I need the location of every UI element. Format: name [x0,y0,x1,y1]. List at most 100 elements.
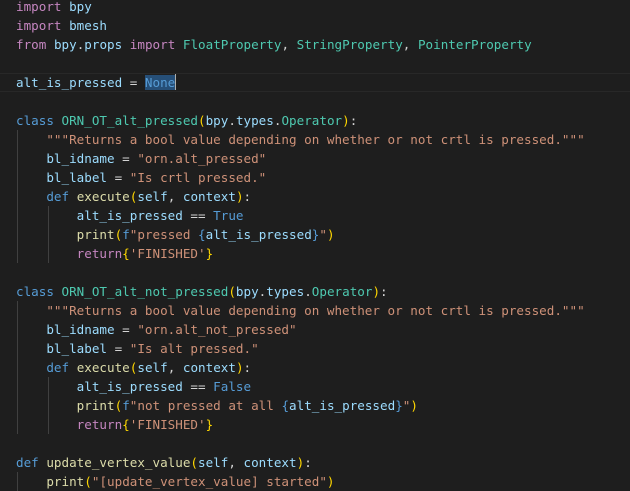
code-line[interactable] [0,263,630,282]
code-token: : [380,284,388,299]
indent-guide [17,225,18,244]
code-token: bpy [205,113,229,128]
code-line[interactable]: import bmesh [0,16,630,35]
code-line[interactable]: def execute(self, context): [0,358,630,377]
code-token: import [129,37,176,52]
code-token: types [266,284,305,299]
text-cursor [175,74,177,90]
code-token: { [281,398,290,413]
code-line[interactable]: class ORN_OT_alt_not_pressed(bpy.types.O… [0,282,630,301]
code-token: bl_idname [46,151,115,166]
code-token: Operator [281,113,343,128]
code-token: update_vertex_value [46,455,191,470]
code-token: alt_is_pressed [205,227,312,242]
indent-guide [48,244,49,263]
code-token: return [76,246,123,261]
code-token: ) [372,284,381,299]
code-line[interactable]: from bpy.props import FloatProperty, Str… [0,35,630,54]
code-token: context [182,189,236,204]
code-editor[interactable]: import bpy import bmesh from bpy.props imp… [0,0,630,491]
code-token: alt_is_pressed [16,75,123,90]
code-token: "[update_vertex_value] started" [91,474,327,489]
code-line[interactable] [0,434,630,453]
code-token: ) [326,474,335,489]
code-token: ) [326,227,335,242]
code-token: 'FINISHED' [129,417,206,432]
code-token: """Returns a bool value depending on whe… [46,303,585,318]
code-line[interactable] [0,54,630,73]
code-line[interactable]: def update_vertex_value(self, context): [0,453,630,472]
code-line[interactable]: """Returns a bool value depending on whe… [0,301,630,320]
code-token: print [76,398,115,413]
code-token: types [235,113,274,128]
code-token: StringProperty [296,37,403,52]
code-token: , [167,360,183,375]
code-token: Operator [311,284,373,299]
code-token: ) [235,360,244,375]
code-line[interactable]: print("[update_vertex_value] started") [0,472,630,491]
code-line[interactable]: bl_idname = "orn.alt_pressed" [0,149,630,168]
code-line[interactable]: import bpy [0,0,630,16]
code-token: alt_is_pressed [76,379,183,394]
code-token: 'FINISHED' [129,246,206,261]
indent-guide [17,168,18,187]
code-token: bl_idname [46,322,115,337]
code-line[interactable]: alt_is_pressed == False [0,377,630,396]
code-token: bpy [69,0,92,14]
code-line[interactable]: bl_label = "Is alt pressed." [0,339,630,358]
code-token: alt_is_pressed [76,208,183,223]
code-token: print [76,227,115,242]
code-token: execute [76,189,130,204]
code-token: = [114,151,138,166]
code-line[interactable]: bl_label = "Is crtl pressed." [0,168,630,187]
code-token: } [205,246,214,261]
indent-guide [48,377,49,396]
code-token: = [122,75,145,90]
code-line[interactable] [0,92,630,111]
indent-guide [17,415,18,434]
code-line[interactable]: return{'FINISHED'} [0,415,630,434]
code-token: = [114,322,138,337]
code-token: def [46,360,70,375]
code-token: } [205,417,214,432]
indent-guide [48,415,49,434]
code-token: ORN_OT_alt_not_pressed [61,284,229,299]
code-token: ( [198,113,206,128]
code-token: : [304,455,312,470]
code-token: bl_label [46,170,108,185]
code-line[interactable]: bl_idname = "orn.alt_not_pressed" [0,320,630,339]
code-line[interactable]: class ORN_OT_alt_pressed(bpy.types.Opera… [0,111,630,130]
code-line[interactable]: print(f"pressed {alt_is_pressed}") [0,225,630,244]
code-line[interactable]: """Returns a bool value depending on whe… [0,130,630,149]
code-token: bmesh [69,18,108,33]
code-line[interactable]: alt_is_pressed == True [0,206,630,225]
code-token: def [16,455,39,470]
code-line[interactable]: def execute(self, context): [0,187,630,206]
code-token: self [137,360,168,375]
code-token: "Is alt pressed." [129,341,259,356]
code-line[interactable]: print(f"not pressed at all {alt_is_press… [0,396,630,415]
code-token: } [395,398,403,413]
code-line[interactable]: return{'FINISHED'} [0,244,630,263]
code-token: return [76,417,123,432]
code-token: True [213,208,244,223]
code-token: . [228,113,236,128]
indent-guide [17,377,18,396]
code-token: False [213,379,252,394]
code-line[interactable]: alt_is_pressed = None [0,73,630,92]
code-token: execute [76,360,130,375]
code-token: ( [84,474,92,489]
indent-guide [17,187,18,206]
code-token: " [319,227,327,242]
code-token: f [122,398,130,413]
code-token: "Is crtl pressed." [129,170,267,185]
